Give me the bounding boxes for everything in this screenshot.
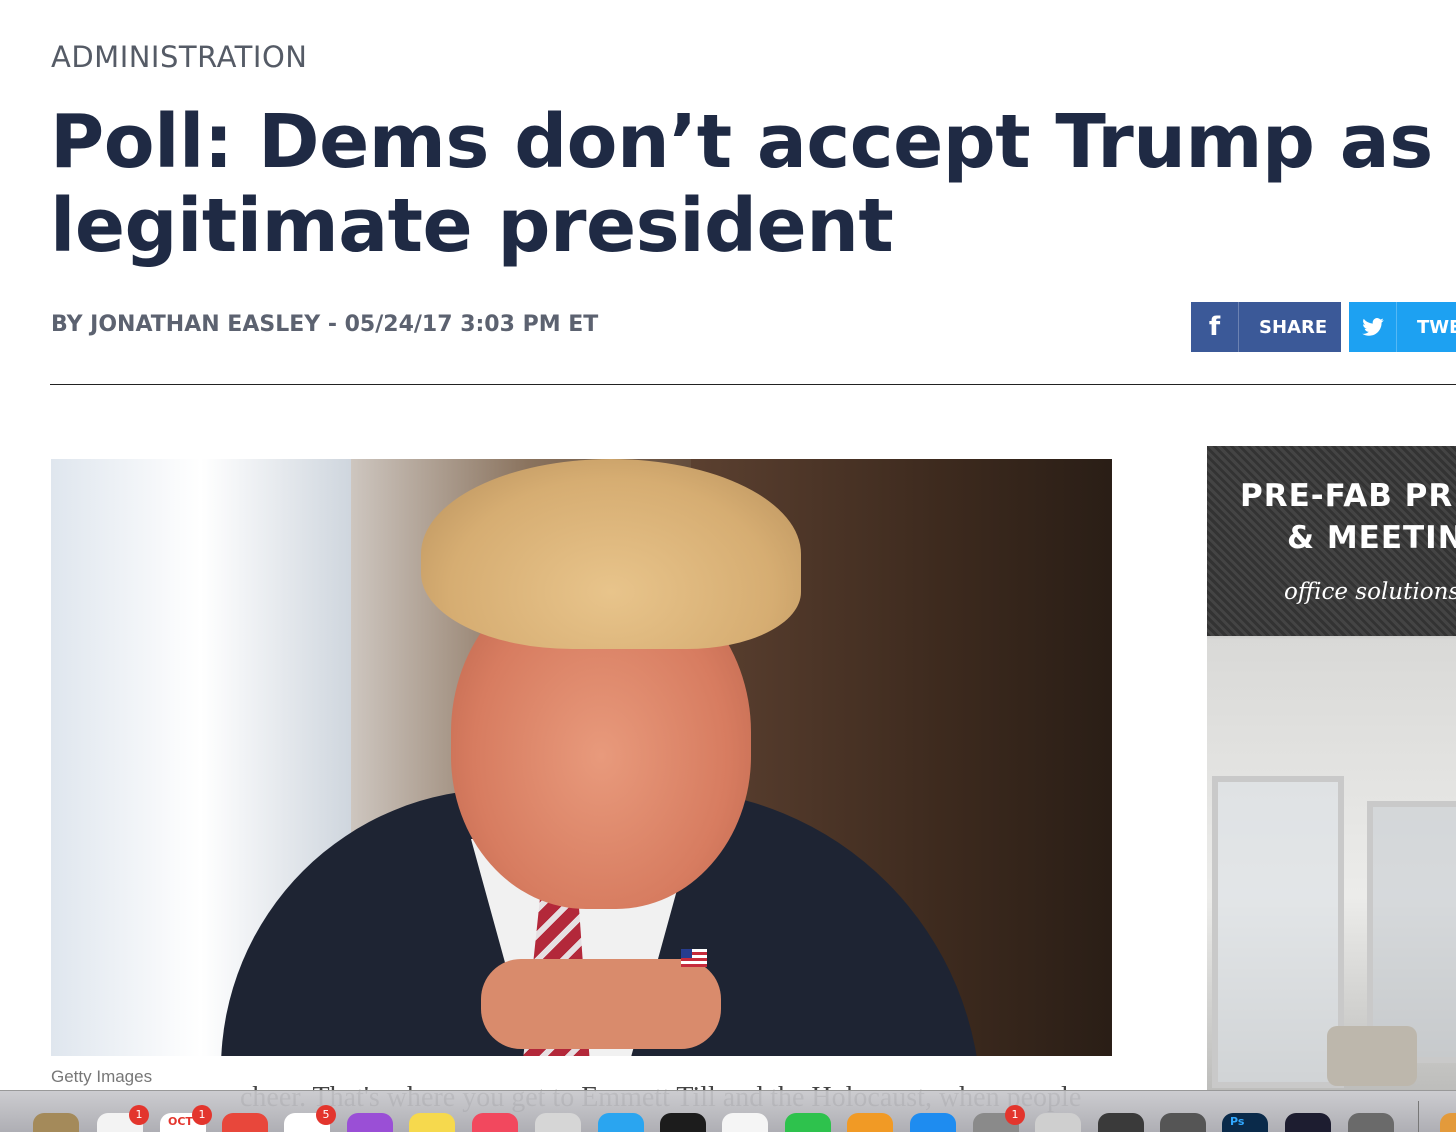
dock-app-calendar-label: OCT — [168, 1115, 193, 1128]
twitter-icon — [1349, 302, 1397, 352]
dock-app-appnews-icon[interactable] — [722, 1113, 768, 1132]
dock-app-generic-icon[interactable] — [1035, 1113, 1081, 1132]
dock-app-settings-badge: 1 — [1005, 1105, 1025, 1125]
ad-tagline: office solutions fo — [1284, 579, 1456, 605]
dock-app-settings-icon[interactable]: 1 — [973, 1105, 1025, 1132]
dock-app-reminders-badge: 5 — [316, 1105, 336, 1125]
dock-app-news-icon[interactable] — [222, 1113, 268, 1132]
article-headline: Poll: Dems don’t accept Trump as legitim… — [50, 99, 1433, 269]
facebook-icon: f — [1191, 302, 1239, 352]
article-hero-image[interactable] — [51, 459, 1112, 1056]
dock-app-camera-icon[interactable] — [1160, 1113, 1206, 1132]
dock-app-reminders-icon[interactable]: 5 — [284, 1105, 336, 1132]
dock-app-calendar-icon[interactable]: OCT 1 — [160, 1105, 212, 1132]
dock-app-downloads-icon[interactable] — [1440, 1113, 1456, 1132]
dock-app-photoshop-label: Ps — [1230, 1115, 1245, 1128]
dock-app-stocks-icon[interactable] — [660, 1113, 706, 1132]
dock-app-photoshop-icon[interactable]: Ps — [1222, 1113, 1268, 1132]
ad-headline-line1: PRE-FAB PR — [1240, 478, 1454, 514]
dock-app-preview-icon[interactable] — [535, 1113, 581, 1132]
byline: BY JONATHAN EASLEY - 05/24/17 3:03 PM ET — [51, 312, 599, 337]
section-label[interactable]: ADMINISTRATION — [51, 40, 307, 74]
dock-app-calendar-badge: 1 — [192, 1105, 212, 1125]
dock-app-appstore-icon[interactable] — [598, 1113, 644, 1132]
dock-app-podcasts-icon[interactable] — [347, 1113, 393, 1132]
dock-app-music-icon[interactable] — [472, 1113, 518, 1132]
sidebar-advertisement[interactable]: PRE-FAB PR & MEETIN office solutions fo — [1207, 446, 1456, 1091]
dock-app-photos-badge: 1 — [129, 1105, 149, 1125]
dock-app-automator-icon[interactable] — [1348, 1113, 1394, 1132]
flag-pin-icon — [681, 949, 707, 967]
twitter-share-button[interactable]: TWE — [1349, 302, 1456, 352]
dock-app-xcode-icon[interactable] — [910, 1113, 956, 1132]
facebook-share-button[interactable]: f SHARE — [1191, 302, 1341, 352]
dock-app-numbers-icon[interactable] — [785, 1113, 831, 1132]
dock-app-photos-icon[interactable]: 1 — [97, 1105, 149, 1132]
ad-headline-line2: & MEETIN — [1287, 520, 1456, 556]
dock-app-lightroom-icon[interactable] — [1285, 1113, 1331, 1132]
image-caption: Getty Images — [51, 1067, 153, 1086]
divider — [50, 384, 1456, 385]
twitter-share-label: TWE — [1417, 316, 1456, 338]
facebook-share-label: SHARE — [1259, 316, 1328, 338]
dock-app-1-icon[interactable] — [33, 1113, 79, 1132]
macos-dock: 1 OCT 1 5 1 Ps — [0, 1090, 1456, 1132]
dock-divider — [1418, 1101, 1419, 1132]
dock-app-pages-icon[interactable] — [847, 1113, 893, 1132]
dock-app-quicktime-icon[interactable] — [1098, 1113, 1144, 1132]
dock-app-notes-icon[interactable] — [409, 1113, 455, 1132]
